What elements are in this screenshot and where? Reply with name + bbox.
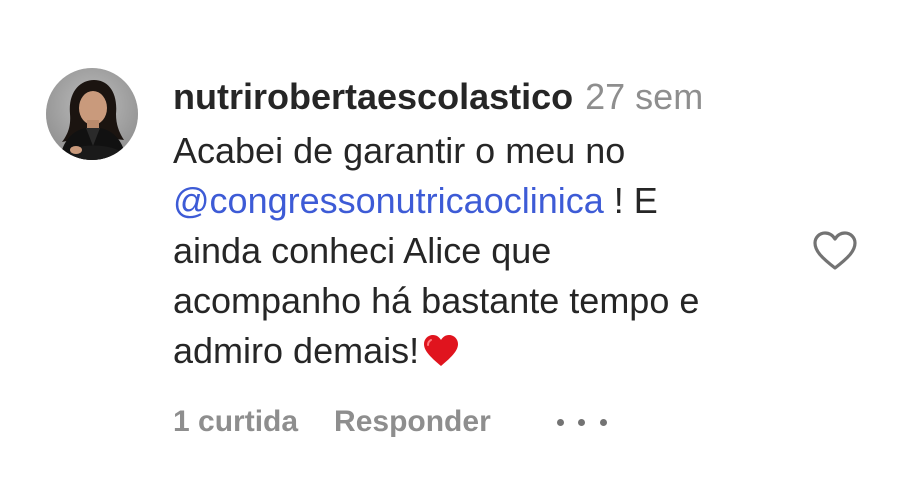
comment-line-5-text: admiro demais! (173, 330, 420, 371)
dot-icon (556, 418, 564, 426)
comment-line-2-suffix: ! E (603, 180, 658, 221)
comment: nutrirobertaescolastico 27 sem Acabei de … (0, 0, 900, 500)
dot-icon (578, 418, 586, 426)
comment-line-5: admiro demais! (173, 326, 783, 376)
dot-icon (599, 418, 607, 426)
heart-emoji (423, 334, 459, 368)
profile-photo (46, 68, 138, 160)
mention-link[interactable]: @congressonutricaoclinica (173, 180, 604, 221)
comment-actions: 1 curtida Responder (173, 402, 607, 442)
comment-line-2: @congressonutricaoclinica ! E (173, 176, 783, 226)
comment-text: Acabei de garantir o meu no @congressonu… (173, 126, 783, 376)
avatar[interactable] (46, 68, 138, 160)
likes-count-button[interactable]: 1 curtida (173, 405, 298, 439)
comment-line-4: acompanho há bastante tempo e (173, 280, 700, 321)
comment-header: nutrirobertaescolastico 27 sem (173, 74, 703, 120)
more-options-icon[interactable] (556, 416, 607, 428)
heart-outline-icon[interactable] (812, 230, 858, 272)
timestamp[interactable]: 27 sem (585, 76, 703, 117)
reply-button[interactable]: Responder (334, 405, 491, 439)
username-link[interactable]: nutrirobertaescolastico (173, 76, 573, 117)
comment-line-1: Acabei de garantir o meu no (173, 130, 626, 171)
comment-line-3: ainda conheci Alice que (173, 230, 552, 271)
